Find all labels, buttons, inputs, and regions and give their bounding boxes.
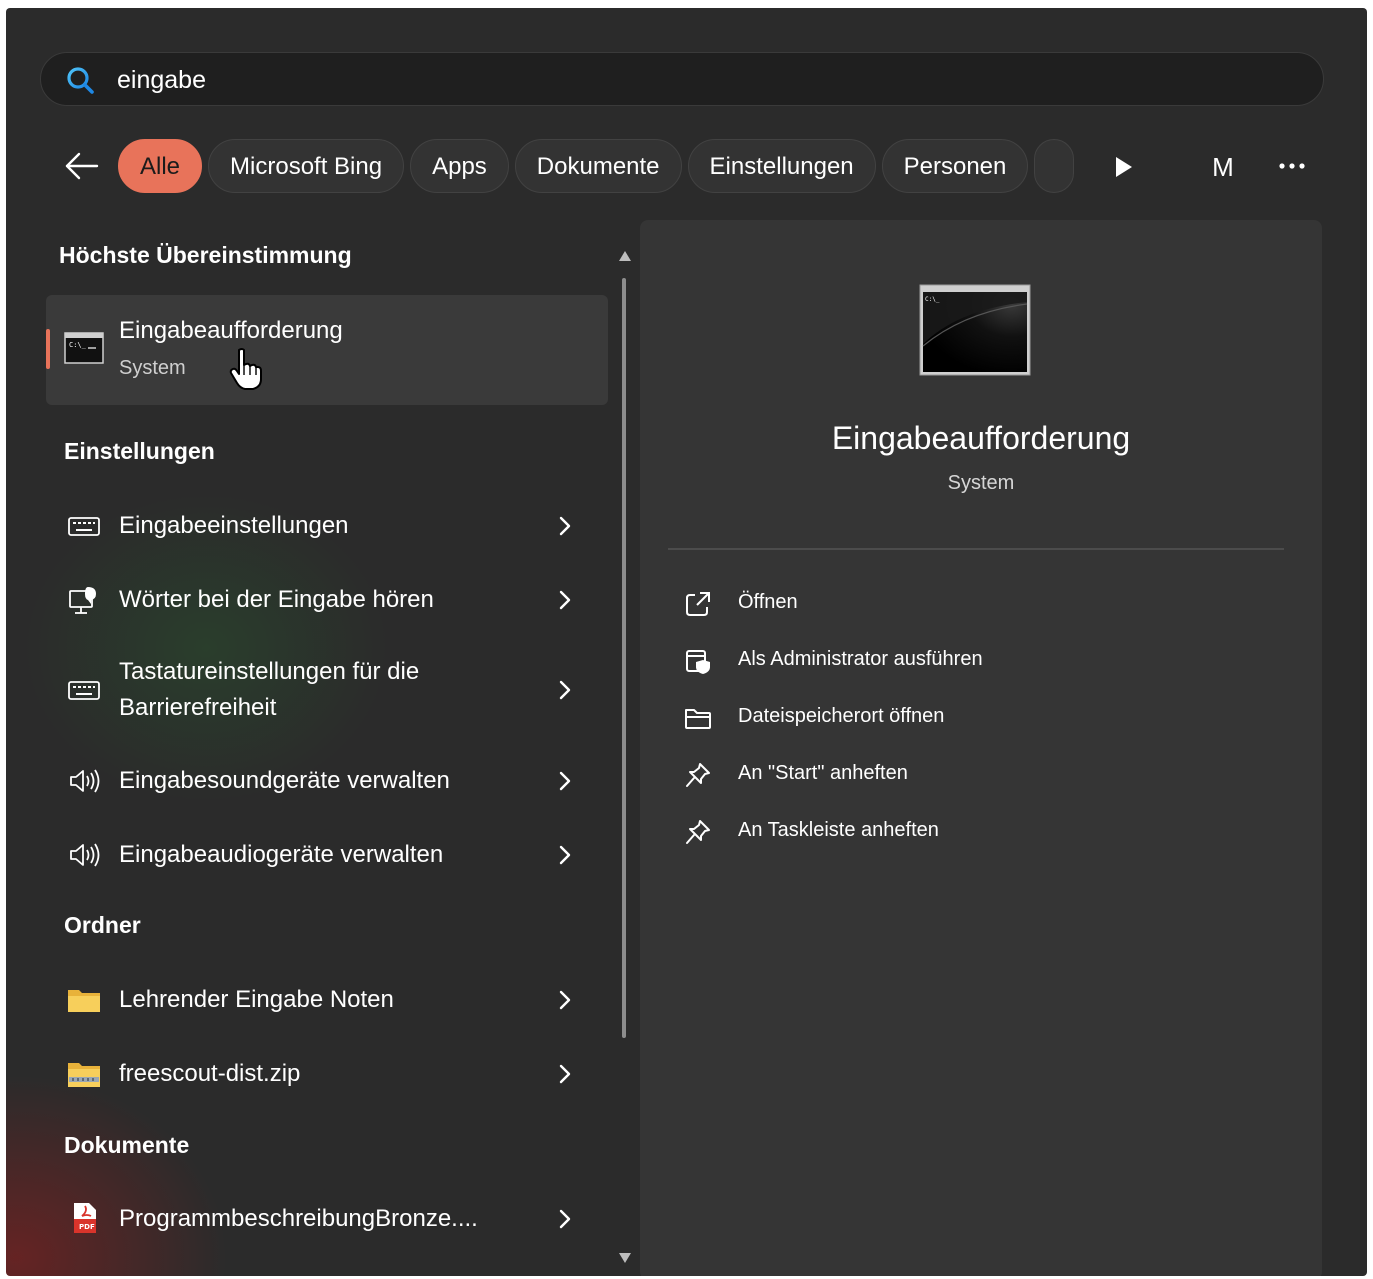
folder-item-label: Lehrender Eingabe Noten	[119, 986, 394, 1013]
section-best-match: Höchste Übereinstimmung	[59, 242, 352, 268]
svg-text:PDF: PDF	[79, 1223, 95, 1231]
detail-title: Eingabeaufforderung	[831, 420, 1131, 456]
zip-folder-icon	[68, 1063, 100, 1087]
folder-item-label: freescout-dist.zip	[119, 1060, 301, 1087]
settings-item-soundgeraete[interactable]: Eingabesoundgeräte verwalten	[46, 759, 608, 803]
play-next-icon[interactable]	[1110, 154, 1136, 180]
settings-item-label-line1: Tastatureinstellungen für die	[119, 658, 420, 685]
scrollbar-thumb[interactable]	[622, 278, 626, 1038]
chevron-right-icon	[559, 771, 571, 791]
settings-item-label: Eingabesoundgeräte verwalten	[119, 767, 450, 794]
best-match-title: Eingabeaufforderung	[119, 317, 343, 344]
action-label: Öffnen	[738, 591, 798, 613]
action-open-file-location[interactable]: Dateispeicherort öffnen	[684, 698, 1244, 738]
search-box[interactable]	[40, 52, 1324, 106]
settings-item-audiogeraete[interactable]: Eingabeaudiogeräte verwalten	[46, 833, 608, 877]
cmd-terminal-icon: C:\_	[64, 332, 104, 364]
settings-item-label-line2: Barrierefreiheit	[119, 694, 277, 721]
scroll-up-arrow-icon[interactable]	[618, 250, 632, 262]
settings-item-label: Wörter bei der Eingabe hören	[119, 586, 434, 613]
action-label: Als Administrator ausführen	[738, 648, 983, 670]
folder-open-icon	[685, 709, 711, 729]
hand-cursor-icon	[229, 348, 262, 390]
chevron-right-icon	[559, 990, 571, 1010]
filter-einstellungen[interactable]: Einstellungen	[687, 139, 876, 193]
shield-admin-icon	[686, 650, 710, 674]
filter-dokumente[interactable]: Dokumente	[514, 139, 682, 193]
keyboard-icon	[68, 517, 100, 536]
chevron-right-icon	[559, 845, 571, 865]
pdf-icon: PDF	[74, 1203, 96, 1233]
back-arrow-icon[interactable]	[61, 146, 103, 186]
open-external-icon	[686, 592, 710, 616]
best-match-item[interactable]: C:\_ Eingabeaufforderung System	[46, 295, 608, 405]
section-folders: Ordner	[64, 912, 141, 938]
search-icon	[67, 67, 94, 94]
settings-item-eingabeeinstellungen[interactable]: Eingabeeinstellungen	[46, 504, 608, 548]
svg-text:C:\_: C:\_	[925, 296, 940, 303]
filter-personen[interactable]: Personen	[881, 139, 1029, 193]
filter-more-partial[interactable]	[1034, 139, 1075, 193]
speaker-icon	[70, 769, 100, 793]
narrator-icon	[69, 587, 96, 614]
chevron-right-icon	[559, 1209, 571, 1229]
search-window: AlleMicrosoft BingAppsDokumenteEinstellu…	[6, 8, 1367, 1276]
filter-microsoft-bing[interactable]: Microsoft Bing	[208, 139, 405, 193]
pin-icon	[686, 763, 710, 787]
folder-icon	[68, 990, 100, 1012]
section-settings: Einstellungen	[64, 438, 215, 464]
chevron-right-icon	[559, 590, 571, 610]
document-item-programmbeschreibung[interactable]: PDF ProgrammbeschreibungBronze....	[46, 1197, 608, 1241]
settings-item-tastatur-barrierefreiheit[interactable]: Tastatureinstellungen für die Barrierefr…	[46, 652, 608, 728]
pin-icon	[686, 820, 710, 844]
cmd-terminal-icon: C:\_	[919, 284, 1031, 376]
document-item-label: ProgrammbeschreibungBronze....	[119, 1205, 478, 1232]
selection-indicator	[46, 329, 50, 369]
action-label: An Taskleiste anheften	[738, 819, 939, 841]
chevron-right-icon	[559, 680, 571, 700]
detail-divider	[668, 548, 1284, 550]
action-label: Dateispeicherort öffnen	[738, 705, 945, 727]
svg-text:C:\_: C:\_	[69, 341, 87, 349]
account-avatar[interactable]: M	[1202, 146, 1244, 188]
settings-item-label: Eingabeaudiogeräte verwalten	[119, 841, 444, 868]
folder-item-lehrender[interactable]: Lehrender Eingabe Noten	[46, 978, 608, 1022]
folder-item-freescout-zip[interactable]: freescout-dist.zip	[46, 1052, 608, 1096]
best-match-subtitle: System	[119, 357, 186, 379]
action-pin-taskbar[interactable]: An Taskleiste anheften	[684, 812, 1244, 852]
speaker-icon	[70, 843, 100, 867]
filter-pills: Alle Microsoft Bing Apps Dokumente Einstellu…	[118, 139, 1080, 195]
more-options-icon[interactable]	[1272, 148, 1312, 184]
results-list: Höchste Übereinstimmung C:\_ Eingabeauff…	[6, 220, 636, 1276]
filter-all[interactable]: Alle	[118, 139, 203, 193]
detail-panel: C:\_ Eingabeaufforderung System Öffnen A…	[640, 220, 1322, 1276]
keyboard-icon	[68, 681, 100, 700]
action-run-as-admin[interactable]: Als Administrator ausführen	[684, 641, 1244, 681]
action-label: An "Start" anheften	[738, 762, 908, 784]
filter-apps[interactable]: Apps	[410, 139, 509, 193]
action-pin-start[interactable]: An "Start" anheften	[684, 755, 1244, 795]
section-documents: Dokumente	[64, 1132, 190, 1158]
search-input[interactable]	[115, 61, 1299, 99]
filter-bar: Alle Microsoft Bing Apps Dokumente Einstellu…	[6, 136, 1367, 198]
chevron-right-icon	[559, 1064, 571, 1084]
action-open[interactable]: Öffnen	[684, 584, 1244, 624]
settings-item-woerter-hoeren[interactable]: Wörter bei der Eingabe hören	[46, 578, 608, 622]
scroll-down-arrow-icon[interactable]	[618, 1252, 632, 1264]
settings-item-label: Eingabeeinstellungen	[119, 512, 349, 539]
detail-subtitle: System	[947, 472, 1015, 494]
chevron-right-icon	[559, 516, 571, 536]
